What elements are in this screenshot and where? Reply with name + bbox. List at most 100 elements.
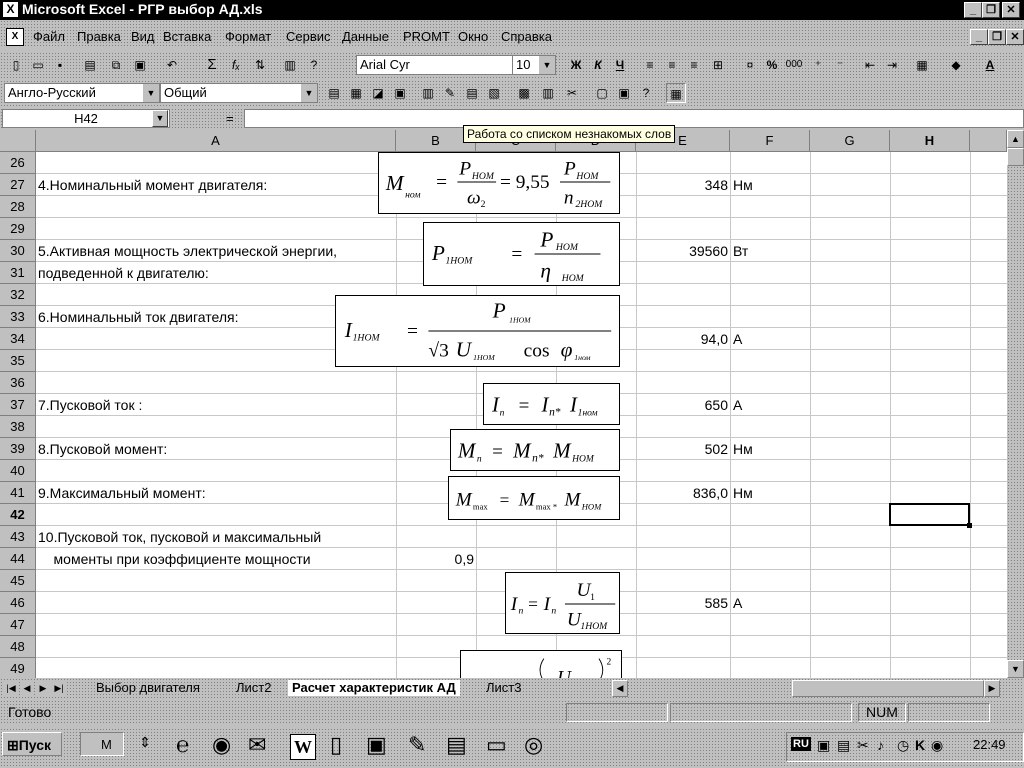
window-icon[interactable]: ▭ [486,732,507,758]
notepad-icon[interactable]: ▯ [330,732,342,758]
prev-sheet-icon[interactable]: ◀ [20,681,34,695]
result-icon[interactable]: ▣ [614,83,634,103]
chevron-down-icon[interactable]: ▼ [152,110,168,127]
doc-restore-button[interactable]: ❐ [988,29,1006,45]
row-header-32[interactable]: 32 [0,284,36,306]
row-header-26[interactable]: 26 [0,152,36,174]
font-name-select[interactable]: Arial Cyr▼ [356,55,538,75]
menu-format[interactable]: Формат [225,29,271,44]
decrease-decimal-icon[interactable]: ⁻ [830,55,850,75]
menu-help[interactable]: Справка [501,29,552,44]
translate-icon[interactable]: ▤ [324,83,344,103]
italic-button[interactable]: К [588,55,608,75]
cell-e39[interactable]: 502 [636,438,728,460]
formula-equals[interactable]: = [226,111,234,126]
close-button[interactable]: ✕ [1002,2,1020,18]
doc-close-button[interactable]: ✕ [1006,29,1024,45]
row-header-40[interactable]: 40 [0,460,36,482]
chart-icon[interactable]: ▥ [280,55,300,75]
options-icon[interactable]: ▩ [514,83,534,103]
cell-e34[interactable]: 94,0 [636,328,728,350]
column-header-h[interactable]: H [890,130,970,152]
outlook-icon[interactable]: ✉ [248,732,266,758]
dictionary-icon[interactable]: ▥ [418,83,438,103]
cell-e41[interactable]: 836,0 [636,482,728,504]
translate-selection-icon[interactable]: ◪ [368,83,388,103]
save-icon[interactable]: ▪ [50,55,70,75]
internet-explorer-icon[interactable]: ℮ [176,732,189,758]
tab-list2[interactable]: Лист2 [236,680,271,696]
column-header-g[interactable]: G [810,130,890,152]
cell-f30[interactable]: Вт [733,240,748,262]
tray-network-icon[interactable]: ▤ [837,737,850,754]
row-header-31[interactable]: 31 [0,262,36,284]
paint-icon[interactable]: ✎ [408,732,426,758]
indent-icon[interactable]: ⇤ [860,55,880,75]
scroll-up-icon[interactable]: ▲ [1007,130,1024,148]
row-header-48[interactable]: 48 [0,636,36,658]
row-header-38[interactable]: 38 [0,416,36,438]
unknown-words-icon[interactable]: ▤ [462,83,482,103]
hscroll-right-icon[interactable]: ▶ [984,680,1000,697]
word-list-icon[interactable]: ▦ [666,83,686,103]
cell-b44[interactable]: 0,9 [396,548,474,570]
floppy-icon[interactable]: ▣ [366,732,387,758]
taskbar-scroll-icon[interactable]: ⇕ [136,734,154,754]
cell-a41[interactable]: 9.Максимальный момент: [38,482,206,504]
tab-raschet-harakteristik[interactable]: Расчет характеристик АД [288,680,460,696]
glossary-icon[interactable]: ▧ [484,83,504,103]
row-header-36[interactable]: 36 [0,372,36,394]
hscroll-left-icon[interactable]: ◀ [612,680,628,697]
tray-shield-icon[interactable]: ◉ [931,737,943,754]
active-cell-h42[interactable] [889,503,970,526]
cell-a39[interactable]: 8.Пусковой момент: [38,438,167,460]
percent-button[interactable]: % [762,55,782,75]
worksheet-grid[interactable]: A B C D E F G H 262728293031323334353637… [0,130,1007,678]
language-indicator[interactable]: RU [791,737,811,751]
title-bar[interactable]: X Microsoft Excel - РГР выбор АД.xls _ ❐… [0,0,1024,20]
formula-active-power[interactable]: P 1НОМ = P НОМ η НОМ [423,222,620,286]
cell-a27[interactable]: 4.Номинальный момент двигателя: [38,174,267,196]
books-icon[interactable]: ▥ [538,83,558,103]
select-all-button[interactable] [0,130,36,152]
menu-tools[interactable]: Сервис [286,29,331,44]
promt-help-icon[interactable]: ? [636,83,656,103]
open-icon[interactable]: ▭ [28,55,48,75]
bold-button[interactable]: Ж [566,55,586,75]
row-header-45[interactable]: 45 [0,570,36,592]
row-header-42[interactable]: 42 [0,504,36,526]
word-icon[interactable]: W [290,734,316,760]
cell-a37[interactable]: 7.Пусковой ток : [38,394,142,416]
menu-window[interactable]: Окно [458,29,488,44]
row-header-37[interactable]: 37 [0,394,36,416]
row-header-27[interactable]: 27 [0,174,36,196]
menu-insert[interactable]: Вставка [163,29,211,44]
vertical-scrollbar[interactable]: ▲ ▼ [1007,130,1024,678]
maximize-button[interactable]: ❐ [982,2,1000,18]
row-header-30[interactable]: 30 [0,240,36,262]
new-icon[interactable]: ▯ [6,55,26,75]
row-header-46[interactable]: 46 [0,592,36,614]
column-header-a[interactable]: A [36,130,396,152]
column-header-f[interactable]: F [730,130,810,152]
row-header-43[interactable]: 43 [0,526,36,548]
window-icon[interactable]: ▢ [592,83,612,103]
copy-icon[interactable]: ⧉ [106,55,126,75]
tray-tools-icon[interactable]: ✂ [857,737,869,754]
tray-clock-icon[interactable]: ◷ [897,737,909,754]
formula-max-torque[interactable]: M max = M max * M НОМ [448,476,620,520]
formula-starting-current-cosphi[interactable]: I п = I п U 1 U 1НОМ [505,572,620,634]
formula-nominal-current[interactable]: I 1НОМ = P 1НОМ √3 U 1НОМ cos φ 1ном [335,295,620,367]
fill-color-icon[interactable]: ◆ [946,55,966,75]
help-icon[interactable]: ? [304,55,324,75]
formula-starting-torque[interactable]: M п = M п* M НОМ [450,429,620,471]
thousands-button[interactable]: 000 [784,55,804,75]
menu-edit[interactable]: Правка [77,29,121,44]
tray-k-icon[interactable]: K [915,737,925,753]
first-sheet-icon[interactable]: |◀ [4,681,18,695]
autosum-button[interactable]: Σ [202,55,222,75]
calculator-icon[interactable]: ▤ [446,732,467,758]
formula-nominal-torque[interactable]: M ном = P НОМ ω 2 = 9,55 P НОМ n 2НОМ [378,152,620,214]
cell-e30[interactable]: 39560 [636,240,728,262]
print-icon[interactable]: ▤ [80,55,100,75]
